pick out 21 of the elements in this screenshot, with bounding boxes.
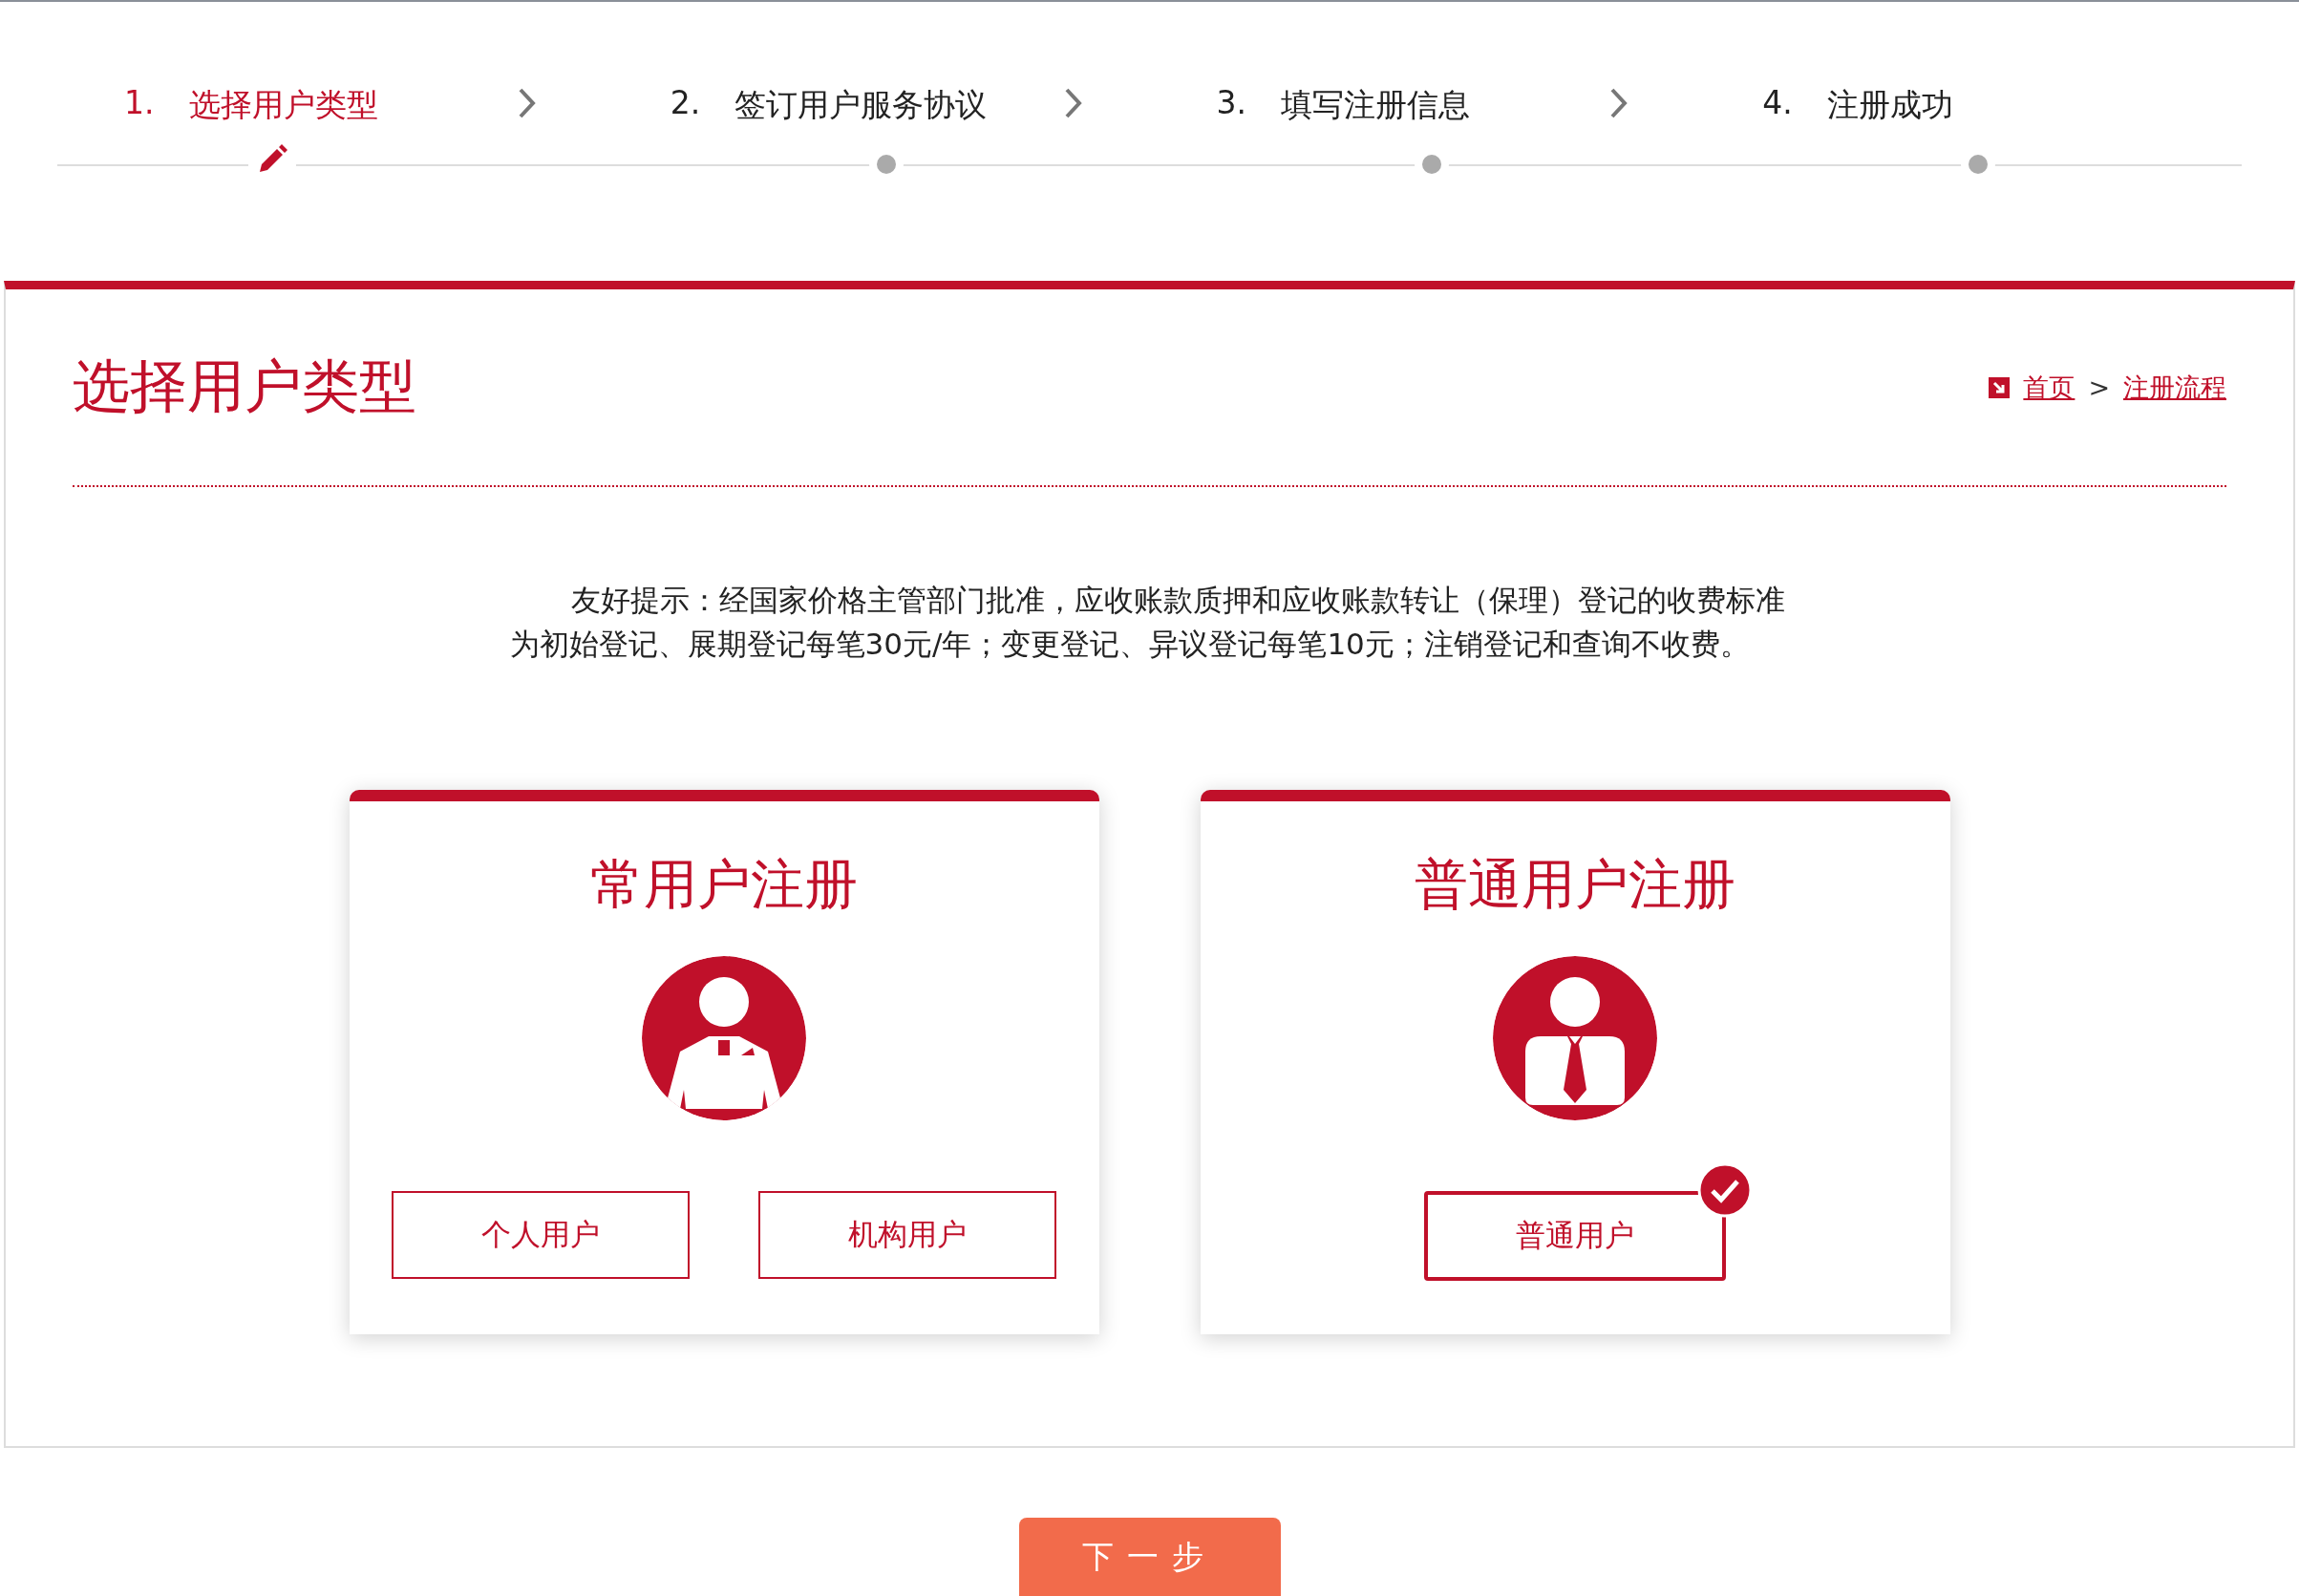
person-avatar-icon: [1493, 956, 1657, 1120]
arrow-square-icon: [1989, 376, 2011, 398]
user-type-button[interactable]: 个人用户: [392, 1191, 690, 1279]
breadcrumb-link[interactable]: 首页: [2023, 370, 2075, 405]
user-type-button[interactable]: 普通用户: [1424, 1191, 1726, 1281]
chevron-icon: [1609, 87, 1629, 119]
card-title: 常用户注册: [590, 852, 858, 917]
breadcrumb-separator: >: [2088, 372, 2110, 402]
card-title: 普通用户注册: [1415, 852, 1735, 917]
breadcrumb-link[interactable]: 注册流程: [2123, 370, 2226, 405]
page-title: 选择用户类型: [73, 351, 416, 421]
chevron-icon: [1063, 87, 1083, 119]
chevron-icon: [517, 87, 537, 119]
step-label: 2. 签订用户服务协议: [670, 83, 988, 125]
step-label: 4. 注册成功: [1762, 83, 1953, 125]
step-label: 3. 填写注册信息: [1216, 83, 1470, 125]
user-type-button[interactable]: 机构用户: [758, 1191, 1056, 1279]
checkmark-icon: [1697, 1162, 1753, 1218]
notice-text: 友好提示：经国家价格主管部门批准，应收账款质押和应收账款转让（保理）登记的收费标准为初始登记、展期登记每笔30元/年；变更登记、异议登记每笔10元；注销登记和查询不收费。: [509, 582, 1786, 663]
person-avatar-icon: [642, 956, 806, 1120]
step-label: 1. 选择用户类型: [124, 83, 378, 125]
